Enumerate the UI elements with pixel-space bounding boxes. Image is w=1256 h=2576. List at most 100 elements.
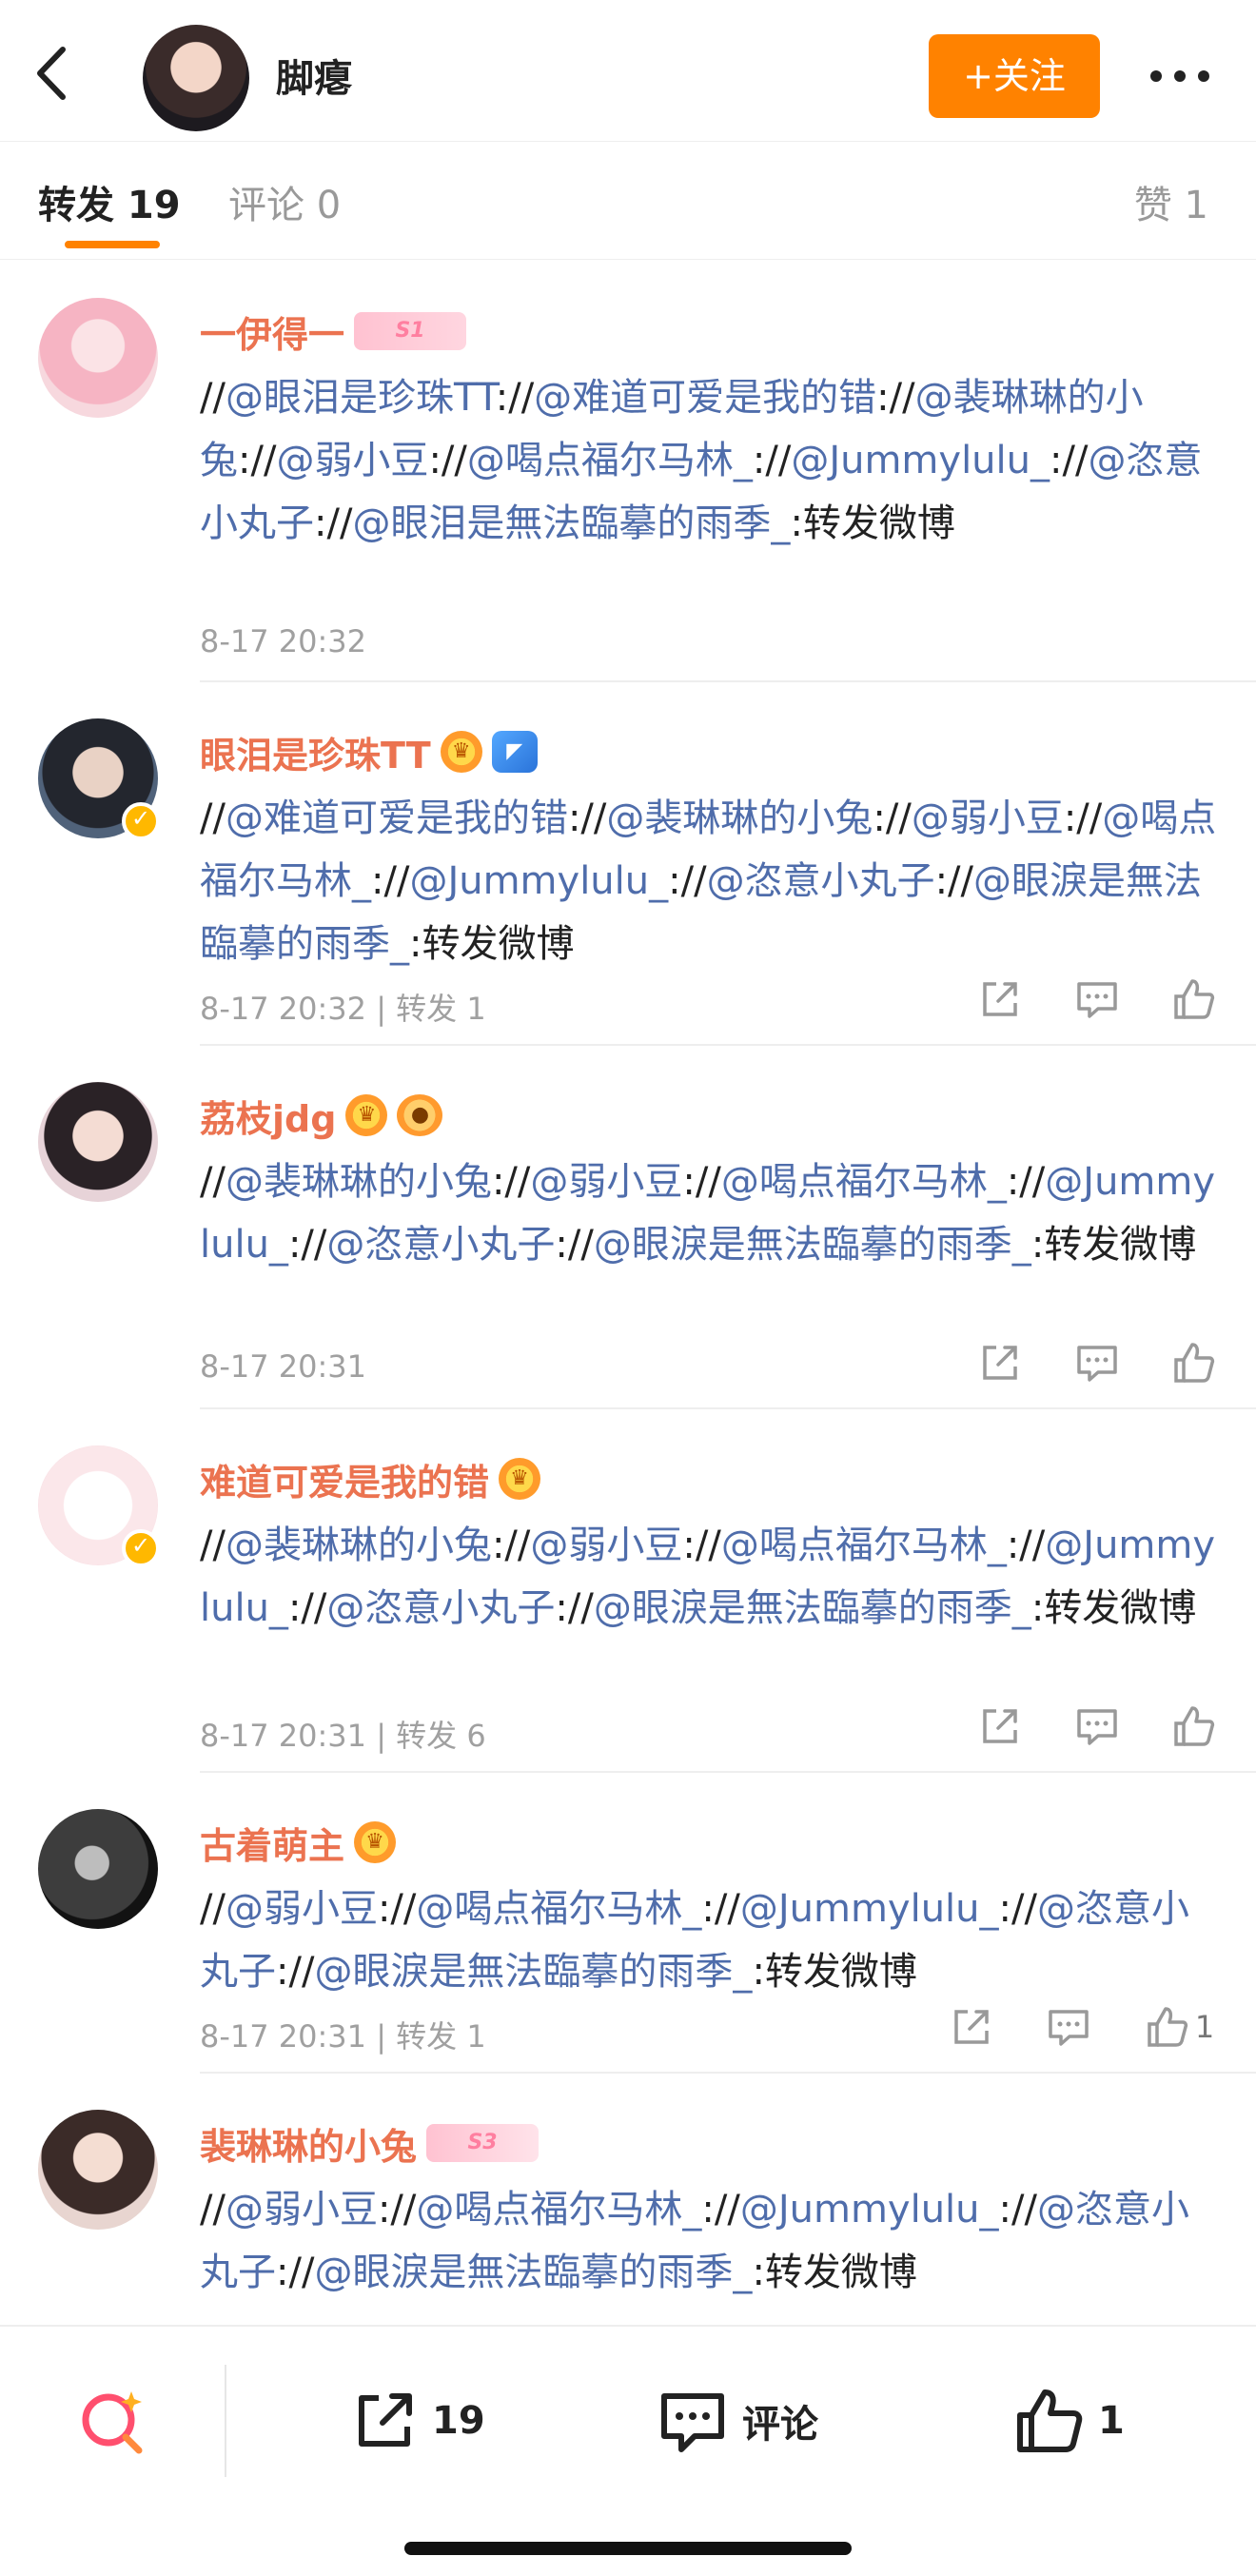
mention-link[interactable]: @裴琳琳的小兔 <box>226 1524 492 1567</box>
like-button[interactable] <box>1170 1702 1218 1750</box>
text-fragment: :// <box>555 1223 594 1267</box>
like-count: 1 <box>1098 2399 1125 2443</box>
list-divider <box>200 1044 1256 1046</box>
mention-link[interactable]: @Jummylulu_ <box>791 439 1050 482</box>
shark-icon: ◤ <box>491 731 538 773</box>
like-button[interactable] <box>1170 1339 1218 1386</box>
share-button[interactable] <box>976 1339 1024 1386</box>
user-avatar[interactable] <box>38 2110 158 2230</box>
user-avatar[interactable] <box>38 718 160 840</box>
meta-separator: | <box>366 1718 397 1754</box>
more-options-button[interactable] <box>1147 52 1213 100</box>
text-fragment: :// <box>276 1950 315 1994</box>
text-fragment: :// <box>701 2188 740 2232</box>
share-icon <box>983 1709 1017 1743</box>
mention-link[interactable]: @眼泪是無法臨摹的雨季_ <box>352 501 790 545</box>
text-fragment: :// <box>701 1887 740 1931</box>
username[interactable]: 难道可爱是我的错 <box>200 1453 489 1505</box>
text-fragment: :// <box>287 1223 327 1267</box>
mention-link[interactable]: @喝点福尔马林_ <box>721 1524 1007 1567</box>
mention-link[interactable]: @喝点福尔马林_ <box>416 2188 701 2232</box>
mention-link[interactable]: @喝点福尔马林_ <box>416 1887 701 1931</box>
mention-link[interactable]: @眼淚是無法臨摹的雨季_ <box>594 1223 1031 1267</box>
meta-line: 8-17 20:31 | 转发 6 <box>200 1712 486 1756</box>
thumbs-up-icon <box>1174 1343 1215 1383</box>
text-fragment: // <box>200 796 226 840</box>
text-fragment: // <box>200 1887 226 1931</box>
follow-button[interactable]: +关注 <box>929 34 1100 118</box>
home-indicator <box>404 2542 852 2555</box>
user-avatar[interactable] <box>38 1082 158 1202</box>
tab-bar: 转发 19 评论 0 赞 1 <box>0 141 1256 260</box>
back-button[interactable] <box>29 40 76 107</box>
user-avatar[interactable] <box>38 1445 160 1567</box>
mention-link[interactable]: @弱小豆 <box>530 1524 682 1567</box>
comment-icon <box>1077 982 1117 1018</box>
text-fragment: :// <box>491 1160 531 1204</box>
timestamp: 8-17 20:31 <box>200 1348 367 1385</box>
mention-link[interactable]: @Jummylulu_ <box>740 2188 999 2232</box>
comment-button[interactable] <box>1045 2003 1092 2051</box>
list-divider <box>200 680 1256 682</box>
tab-reposts[interactable]: 转发 19 <box>38 174 181 229</box>
text-fragment: :// <box>668 859 707 903</box>
active-tab-indicator <box>65 241 160 248</box>
mention-link[interactable]: @弱小豆 <box>226 1887 378 1931</box>
repost-list[interactable]: 一伊得一 S1//@眼泪是珍珠TT://@难道可爱是我的错://@裴琳琳的小兔:/… <box>0 260 1256 2325</box>
mention-link[interactable]: @难道可爱是我的错 <box>226 796 568 840</box>
mention-link[interactable]: @Jummylulu_ <box>409 859 668 903</box>
comment-button[interactable] <box>1073 975 1121 1023</box>
mention-link[interactable]: @恣意小丸子 <box>707 859 935 903</box>
mention-link[interactable]: @裴琳琳的小兔 <box>606 796 873 840</box>
username[interactable]: 一伊得一 <box>200 305 344 358</box>
mention-link[interactable]: @Jummylulu_ <box>740 1887 999 1931</box>
crown-icon: ♛ <box>499 1458 541 1500</box>
username[interactable]: 裴琳琳的小兔 <box>200 2117 417 2170</box>
username[interactable]: 眼泪是珍珠TT <box>200 726 431 778</box>
author-name[interactable]: 脚瘪 <box>276 48 352 103</box>
share-button[interactable] <box>976 975 1024 1023</box>
share-button[interactable] <box>976 1702 1024 1750</box>
mention-link[interactable]: @难道可爱是我的错 <box>534 376 876 420</box>
mention-link[interactable]: @眼泪是珍珠TT <box>226 376 496 420</box>
user-avatar[interactable] <box>38 1809 158 1929</box>
mention-link[interactable]: @喝点福尔马林_ <box>467 439 753 482</box>
text-fragment: :// <box>377 1887 417 1931</box>
like-button[interactable] <box>1170 975 1218 1023</box>
level-badge-icon: S1 <box>354 312 467 350</box>
comment-button[interactable]: 评论 <box>657 2378 818 2464</box>
repost-count: 转发 6 <box>396 1718 486 1754</box>
share-button[interactable] <box>948 2003 995 2051</box>
repost-text: //@眼泪是珍珠TT://@难道可爱是我的错://@裴琳琳的小兔://@弱小豆:… <box>200 366 1218 555</box>
text-fragment: :// <box>876 376 915 420</box>
comment-button[interactable] <box>1073 1339 1121 1386</box>
mention-link[interactable]: @眼淚是無法臨摹的雨季_ <box>594 1586 1031 1630</box>
mention-link[interactable]: @弱小豆 <box>912 796 1064 840</box>
like-button[interactable]: 1 <box>1012 2378 1125 2464</box>
repost-button[interactable]: 19 <box>350 2378 485 2464</box>
mention-link[interactable]: @恣意小丸子 <box>326 1223 555 1267</box>
text-fragment: :// <box>287 1586 327 1630</box>
user-avatar[interactable] <box>38 298 158 418</box>
tab-likes[interactable]: 赞 1 <box>1134 174 1208 229</box>
mention-link[interactable]: @弱小豆 <box>530 1160 682 1204</box>
search-button[interactable] <box>74 2384 150 2460</box>
mention-link[interactable]: @眼淚是無法臨摹的雨季_ <box>314 1950 752 1994</box>
text-fragment: :// <box>276 2251 315 2294</box>
username[interactable]: 古着萌主 <box>200 1817 344 1869</box>
timestamp: 8-17 20:32 <box>200 623 367 659</box>
mention-link[interactable]: @裴琳琳的小兔 <box>226 1160 492 1204</box>
mention-link[interactable]: @弱小豆 <box>226 2188 378 2232</box>
comment-button[interactable] <box>1073 1702 1121 1750</box>
comment-icon <box>1077 1346 1117 1382</box>
username[interactable]: 荔枝jdg <box>200 1090 336 1142</box>
mention-link[interactable]: @眼淚是無法臨摹的雨季_ <box>314 2251 752 2294</box>
tab-comments[interactable]: 评论 0 <box>228 174 341 229</box>
author-avatar[interactable] <box>143 25 249 131</box>
thumbs-up-icon <box>1174 979 1215 1019</box>
mention-link[interactable]: @恣意小丸子 <box>326 1586 555 1630</box>
mention-link[interactable]: @喝点福尔马林_ <box>721 1160 1007 1204</box>
verified-badge-icon <box>122 802 160 840</box>
mention-link[interactable]: @弱小豆 <box>276 439 428 482</box>
like-button[interactable]: 1 <box>1142 2003 1218 2051</box>
